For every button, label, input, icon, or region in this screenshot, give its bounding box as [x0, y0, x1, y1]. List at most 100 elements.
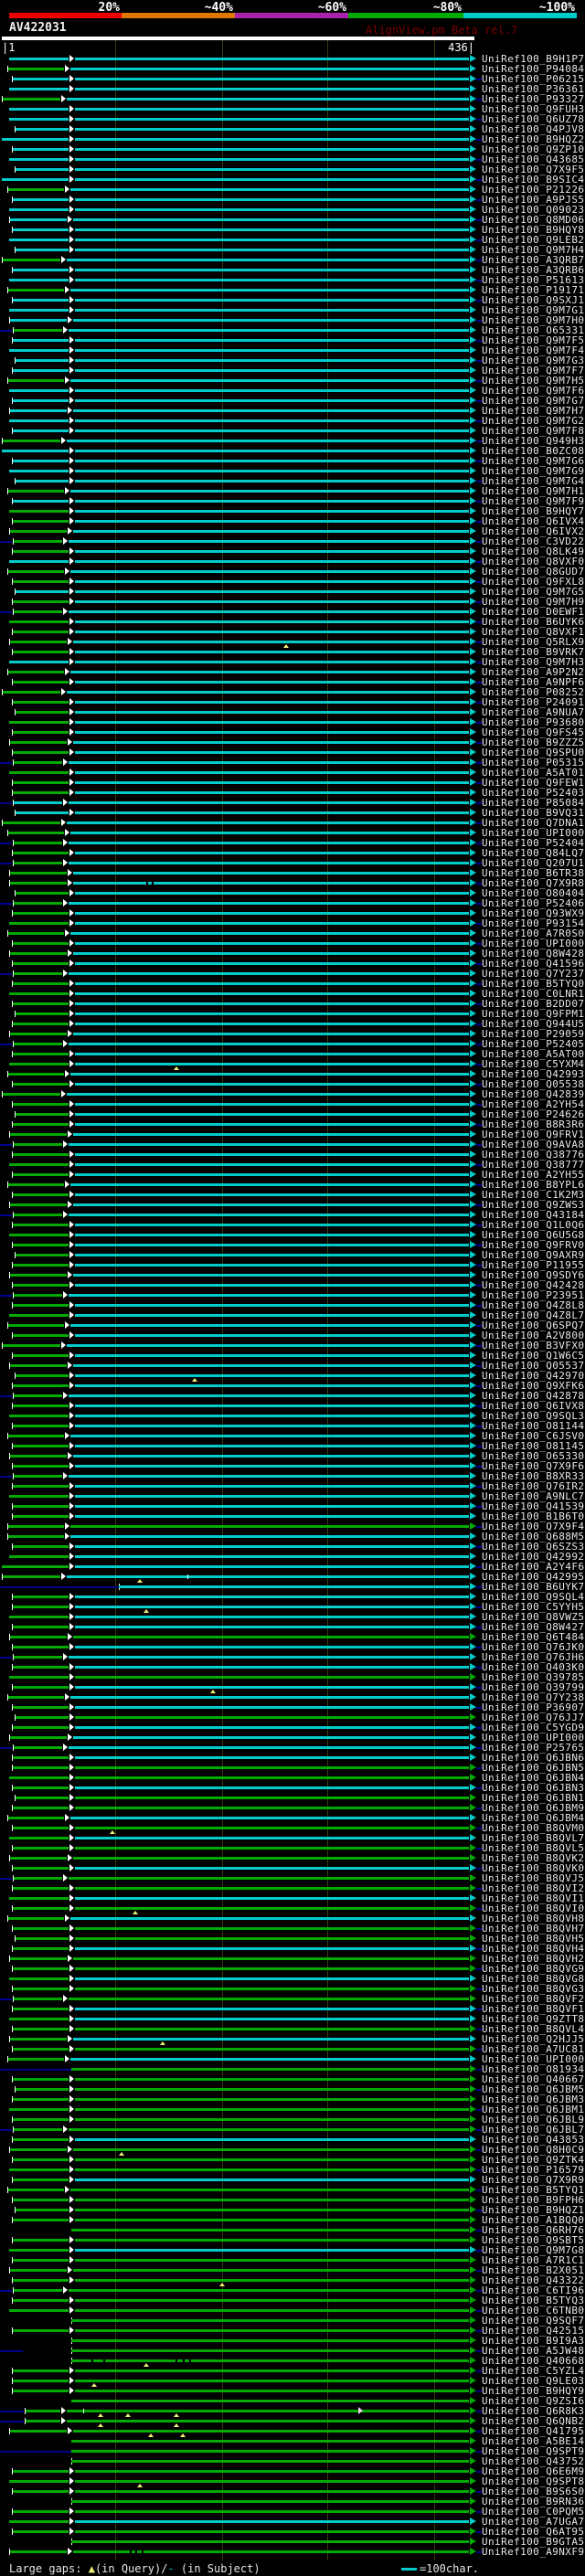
hit-label[interactable]: UniRef100_O65330 [482, 1450, 585, 1462]
hit-label[interactable]: UniRef100_Q8LK49 [482, 546, 585, 557]
hit-label[interactable]: UniRef100_B1B6T0 [482, 1511, 585, 1522]
hit-label[interactable]: UniRef100_Q9FXL8 [482, 576, 585, 588]
hit-label[interactable]: UniRef100_Q6JBN3 [482, 1782, 585, 1794]
hit-label[interactable]: UniRef100_Q1W6C5 [482, 1350, 585, 1362]
hit-label[interactable]: UniRef100_C6JSV0 [482, 1430, 585, 1442]
hit-label[interactable]: UniRef100_Q9SDY6 [482, 1269, 585, 1281]
hit-label[interactable]: UniRef100_Q9FRV1 [482, 1129, 585, 1140]
hit-label[interactable]: UniRef100_Q6JBN5 [482, 1762, 585, 1774]
hit-label[interactable]: UniRef100_B8QVF2 [482, 1993, 585, 2005]
hit-label[interactable]: UniRef100_C0PQM5 [482, 2506, 585, 2518]
hit-label[interactable]: UniRef100_B8QVI0 [482, 1903, 585, 1914]
hit-label[interactable]: UniRef100_Q9SQL4 [482, 1591, 585, 1603]
hit-label[interactable]: UniRef100_P93154 [482, 917, 585, 929]
hit-label[interactable]: UniRef100_Q42515 [482, 2325, 585, 2337]
hit-label[interactable]: UniRef100_A7R0S0 [482, 928, 585, 939]
hit-label[interactable]: UniRef100_D0EWF1 [482, 606, 585, 618]
hit-label[interactable]: UniRef100_B8QVM0 [482, 1822, 585, 1834]
hit-label[interactable]: UniRef100_Q2HJJ5 [482, 2033, 585, 2045]
hit-label[interactable]: UniRef100_Q9M7G5 [482, 586, 585, 598]
hit-label[interactable]: UniRef100_Q9M7H3 [482, 656, 585, 668]
hit-label[interactable]: UniRef100_P94084 [482, 63, 585, 75]
hit-label[interactable]: UniRef100_B9RN36 [482, 2496, 585, 2507]
hit-label[interactable]: UniRef100_Q42428 [482, 1279, 585, 1291]
hit-label[interactable]: UniRef100_B5TYQ0 [482, 978, 585, 990]
hit-label[interactable]: UniRef100_Q6JBN1 [482, 1792, 585, 1804]
hit-label[interactable]: UniRef100_B8QVL5 [482, 1842, 585, 1854]
hit-label[interactable]: UniRef100_P25765 [482, 1742, 585, 1754]
hit-label[interactable]: UniRef100_Q8MD06 [482, 214, 585, 226]
hit-label[interactable]: UniRef100_Q93WX9 [482, 907, 585, 919]
hit-label[interactable]: UniRef100_UPI000.. [482, 827, 585, 839]
hit-label[interactable]: UniRef100_B9VRK7 [482, 646, 585, 658]
hit-label[interactable]: UniRef100_B9HQY7 [482, 505, 585, 517]
hit-label[interactable]: UniRef100_B6UYK7 [482, 1581, 585, 1593]
hit-label[interactable]: UniRef100_Q6IVX2 [482, 525, 585, 537]
hit-label[interactable]: UniRef100_Q76IR2 [482, 1480, 585, 1492]
hit-label[interactable]: UniRef100_Q9XFK6 [482, 1380, 585, 1392]
hit-label[interactable]: UniRef100_Q6R8K3 [482, 2405, 585, 2417]
hit-label[interactable]: UniRef100_A5JW48 [482, 2345, 585, 2357]
hit-label[interactable]: UniRef100_A2YH55 [482, 1169, 585, 1181]
hit-label[interactable]: UniRef100_Q949H3 [482, 435, 585, 447]
hit-label[interactable]: UniRef100_Q9ZSI6 [482, 2395, 585, 2407]
hit-label[interactable]: UniRef100_Q76JJ7 [482, 1712, 585, 1723]
hit-label[interactable]: UniRef100_P93680 [482, 716, 585, 728]
hit-label[interactable]: UniRef100_B9HQY8 [482, 224, 585, 236]
hit-label[interactable]: UniRef100_Q9M7H1 [482, 485, 585, 497]
hit-label[interactable]: UniRef100_B8XR33 [482, 1470, 585, 1482]
hit-label[interactable]: UniRef100_Q84LQ7 [482, 847, 585, 859]
hit-label[interactable]: UniRef100_A9NXF9 [482, 2546, 585, 2558]
hit-label[interactable]: UniRef100_Q9SPU0 [482, 747, 585, 758]
hit-label[interactable]: UniRef100_Q6UZ78 [482, 113, 585, 125]
hit-label[interactable]: UniRef100_B5TYQ3 [482, 2295, 585, 2306]
hit-label[interactable]: UniRef100_Q4PJV8 [482, 123, 585, 135]
hit-label[interactable]: UniRef100_Q6JBM3 [482, 2094, 585, 2105]
hit-label[interactable]: UniRef100_B8QVG3 [482, 1983, 585, 1995]
hit-label[interactable]: UniRef100_Q688M5 [482, 1531, 585, 1542]
hit-label[interactable]: UniRef100_Q41539 [482, 1500, 585, 1512]
hit-label[interactable]: UniRef100_B9ZZZ5 [482, 737, 585, 748]
hit-label[interactable]: UniRef100_B9VQ31 [482, 807, 585, 819]
hit-label[interactable]: UniRef100_P24091 [482, 696, 585, 708]
hit-label[interactable]: UniRef100_Q9M7H7 [482, 405, 585, 417]
hit-label[interactable]: UniRef100_P85084 [482, 797, 585, 809]
hit-label[interactable]: UniRef100_A2Y4F6 [482, 1561, 585, 1573]
hit-label[interactable]: UniRef100_B8QVH4 [482, 1943, 585, 1955]
hit-label[interactable]: UniRef100_Q7X9R8 [482, 877, 585, 889]
hit-label[interactable]: UniRef100_B8QVF1 [482, 2003, 585, 2015]
hit-label[interactable]: UniRef100_A9NPF6 [482, 676, 585, 688]
hit-label[interactable]: UniRef100_Q8VXF1 [482, 626, 585, 638]
hit-label[interactable]: UniRef100_B8QVL4 [482, 2023, 585, 2035]
hit-label[interactable]: UniRef100_O80404 [482, 887, 585, 899]
hit-label[interactable]: UniRef100_Q6JBL9 [482, 2114, 585, 2125]
hit-label[interactable]: UniRef100_Q9M7F4 [482, 345, 585, 356]
hit-label[interactable]: UniRef100_B8QVJ5 [482, 1872, 585, 1884]
hit-label[interactable]: UniRef100_Q42970 [482, 1370, 585, 1382]
hit-label[interactable]: UniRef100_B0ZC08 [482, 445, 585, 457]
hit-label[interactable]: UniRef100_B8QVI1 [482, 1892, 585, 1904]
hit-label[interactable]: UniRef100_C5YXM4 [482, 1058, 585, 1070]
hit-label[interactable]: UniRef100_Q43322 [482, 2274, 585, 2286]
hit-label[interactable]: UniRef100_A2V800 [482, 1330, 585, 1341]
hit-label[interactable]: UniRef100_Q9M7G8 [482, 2244, 585, 2256]
hit-label[interactable]: UniRef100_Q8VWZ5 [482, 1611, 585, 1623]
hit-label[interactable]: UniRef100_Q39799 [482, 1681, 585, 1693]
hit-label[interactable]: UniRef100_Q9ZTT8 [482, 2013, 585, 2025]
hit-label[interactable]: UniRef100_Q9M7G9 [482, 465, 585, 477]
hit-label[interactable]: UniRef100_B8QVH7 [482, 1923, 585, 1935]
hit-label[interactable]: UniRef100_B3VFX0 [482, 1340, 585, 1352]
hit-label[interactable]: UniRef100_Q6JBM9 [482, 1802, 585, 1814]
hit-label[interactable]: UniRef100_Q40667 [482, 2073, 585, 2085]
hit-label[interactable]: UniRef100_Q8H0C9 [482, 2144, 585, 2156]
hit-label[interactable]: UniRef100_Q9M7G6 [482, 455, 585, 467]
hit-label[interactable]: UniRef100_Q7Y237 [482, 968, 585, 980]
hit-label[interactable]: UniRef100_B8QVL7 [482, 1832, 585, 1844]
hit-label[interactable]: UniRef100_A7UC81 [482, 2043, 585, 2055]
hit-label[interactable]: UniRef100_B8YPL6 [482, 1179, 585, 1191]
hit-label[interactable]: UniRef100_Q9M7F7 [482, 365, 585, 376]
hit-label[interactable]: UniRef100_Q9SPT9 [482, 2445, 585, 2457]
hit-label[interactable]: UniRef100_Q40668 [482, 2355, 585, 2367]
hit-label[interactable]: UniRef100_A9PJS5 [482, 194, 585, 206]
hit-label[interactable]: UniRef100_Q6QNB2 [482, 2415, 585, 2427]
